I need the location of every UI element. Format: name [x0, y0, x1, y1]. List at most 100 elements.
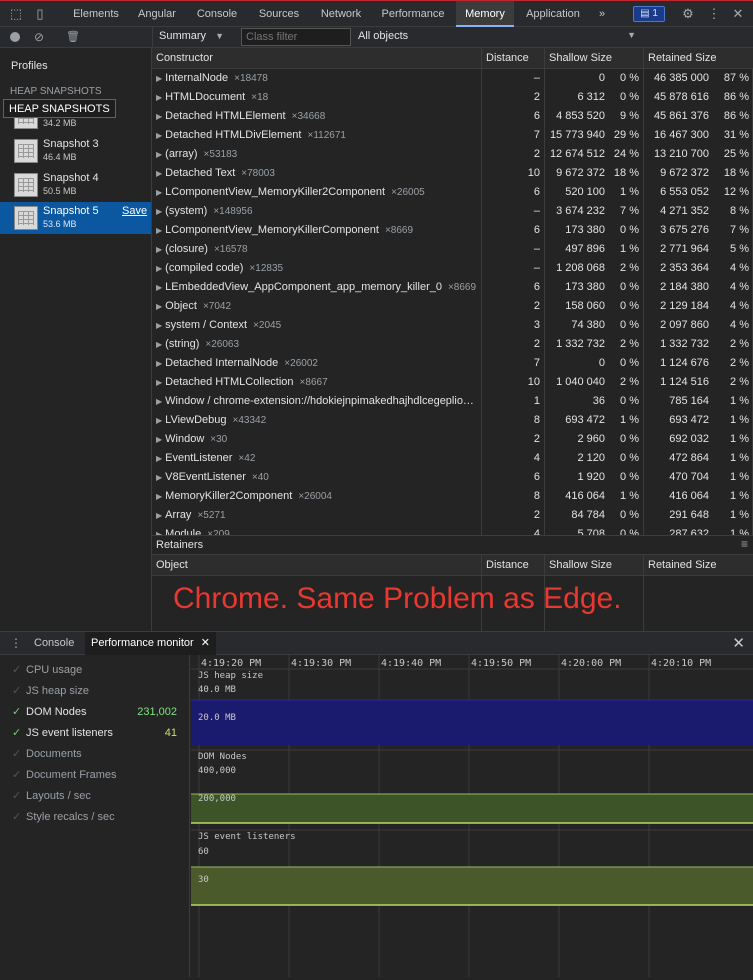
table-row[interactable]: ▶ Detached Text ×78003 10 9 672 372 18 % 9 672… [152, 164, 753, 183]
trash-icon[interactable]: 🗑 [66, 30, 80, 43]
table-row[interactable]: ▶ Detached InternalNode ×26002 7 0 0 % 1 124 6… [152, 354, 753, 373]
class-filter-input[interactable] [241, 28, 351, 46]
table-row[interactable]: ▶ (array) ×53183 2 12 674 512 24 % 13 210 700 2… [152, 145, 753, 164]
expand-triangle-icon[interactable]: ▶ [156, 74, 162, 83]
table-row[interactable]: ▶ (string) ×26063 2 1 332 732 2 % 1 332 732 2 % [152, 335, 753, 354]
table-row[interactable]: ▶ (compiled code) ×12835 – 1 208 068 2 % 2 353… [152, 259, 753, 278]
expand-triangle-icon[interactable]: ▶ [156, 492, 162, 501]
table-row[interactable]: ▶ Module ×209 4 5 708 0 % 287 632 1 % [152, 525, 753, 535]
expand-triangle-icon[interactable]: ▶ [156, 283, 162, 292]
metric-item[interactable]: ✓ Document Frames [12, 765, 187, 786]
tab-elements[interactable]: Elements [64, 1, 128, 27]
more-tabs-button[interactable]: » [592, 1, 612, 27]
resize-handle-icon[interactable]: ≡ [741, 537, 748, 551]
table-row[interactable]: ▶ InternalNode ×18478 – 0 0 % 46 385 000 87 % [152, 69, 753, 88]
table-row[interactable]: ▶ MemoryKiller2Component ×26004 8 416 064 1 %… [152, 487, 753, 506]
tab-sources[interactable]: Sources [248, 1, 310, 27]
tab-performance-monitor[interactable]: Performance monitor ✕ [85, 632, 216, 655]
metric-item[interactable]: ✓ DOM Nodes 231,002 [12, 702, 187, 723]
metric-item[interactable]: ✓ JS heap size [12, 681, 187, 702]
distance-column-header[interactable]: Distance [481, 48, 544, 68]
retained-size-column-header[interactable]: Retained Size [643, 48, 753, 68]
save-link[interactable]: Save [122, 205, 147, 217]
expand-triangle-icon[interactable]: ▶ [156, 131, 162, 140]
expand-triangle-icon[interactable]: ▶ [156, 511, 162, 520]
checkmark-icon[interactable]: ✓ [12, 786, 24, 807]
expand-triangle-icon[interactable]: ▶ [156, 359, 162, 368]
table-row[interactable]: ▶ LComponentView_MemoryKiller2Component ×2… [152, 183, 753, 202]
expand-triangle-icon[interactable]: ▶ [156, 321, 162, 330]
checkmark-icon[interactable]: ✓ [12, 765, 24, 786]
checkmark-icon[interactable]: ✓ [12, 723, 24, 744]
expand-triangle-icon[interactable]: ▶ [156, 207, 162, 216]
more-options-icon[interactable]: ⋮ [706, 6, 722, 22]
snapshot-item-selected[interactable]: Snapshot 5 53.6 MB Save [0, 202, 151, 234]
object-column-header[interactable]: Object [152, 555, 481, 575]
close-tab-icon[interactable]: ✕ [201, 637, 210, 649]
tab-memory[interactable]: Memory [456, 1, 514, 27]
tab-console-drawer[interactable]: Console [26, 632, 82, 655]
expand-triangle-icon[interactable]: ▶ [156, 264, 162, 273]
shallow-size-column-header[interactable]: Shallow Size [544, 48, 643, 68]
expand-triangle-icon[interactable]: ▶ [156, 150, 162, 159]
expand-triangle-icon[interactable]: ▶ [156, 435, 162, 444]
close-drawer-icon[interactable]: ✕ [732, 634, 745, 652]
table-row[interactable]: ▶ Window / chrome-extension://hdokiejnpim… [152, 392, 753, 411]
tab-application[interactable]: Application [516, 1, 590, 27]
metric-item[interactable]: ✓ JS event listeners 41 [12, 723, 187, 744]
checkmark-icon[interactable]: ✓ [12, 660, 24, 681]
expand-triangle-icon[interactable]: ▶ [156, 245, 162, 254]
snapshot-item[interactable]: Snapshot 3 46.4 MB [0, 135, 151, 167]
expand-triangle-icon[interactable]: ▶ [156, 473, 162, 482]
checkmark-icon[interactable]: ✓ [12, 807, 24, 828]
settings-gear-icon[interactable]: ⚙ [680, 6, 696, 22]
expand-triangle-icon[interactable]: ▶ [156, 112, 162, 121]
metric-item[interactable]: ✓ Documents [12, 744, 187, 765]
metric-item[interactable]: ✓ Layouts / sec [12, 786, 187, 807]
shallow-size-column-header[interactable]: Shallow Size [544, 555, 643, 575]
record-icon[interactable] [10, 32, 20, 42]
expand-triangle-icon[interactable]: ▶ [156, 302, 162, 311]
table-row[interactable]: ▶ Detached HTMLCollection ×8667 10 1 040 040… [152, 373, 753, 392]
expand-triangle-icon[interactable]: ▶ [156, 226, 162, 235]
table-row[interactable]: ▶ Object ×7042 2 158 060 0 % 2 129 184 4 % [152, 297, 753, 316]
expand-triangle-icon[interactable]: ▶ [156, 378, 162, 387]
inspect-element-icon[interactable]: ⬚ [8, 6, 24, 22]
table-row[interactable]: ▶ V8EventListener ×40 6 1 920 0 % 470 704 1 % [152, 468, 753, 487]
table-row[interactable]: ▶ LEmbeddedView_AppComponent_app_memory_k… [152, 278, 753, 297]
summary-select[interactable]: Summary ▼ [159, 30, 224, 42]
table-row[interactable]: ▶ Detached HTMLDivElement ×112671 7 15 773 9… [152, 126, 753, 145]
metric-item[interactable]: ✓ CPU usage [12, 660, 187, 681]
expand-triangle-icon[interactable]: ▶ [156, 416, 162, 425]
checkmark-icon[interactable]: ✓ [12, 702, 24, 723]
tab-network[interactable]: Network [310, 1, 372, 27]
issues-badge[interactable]: ▤ 1 [633, 6, 665, 22]
objects-select[interactable]: All objects ▼ [358, 30, 638, 42]
table-row[interactable]: ▶ HTMLDocument ×18 2 6 312 0 % 45 878 616 86 % [152, 88, 753, 107]
tab-performance[interactable]: Performance [372, 1, 454, 27]
snapshot-item[interactable]: Snapshot 4 50.5 MB [0, 169, 151, 201]
table-row[interactable]: ▶ (closure) ×16578 – 497 896 1 % 2 771 964 5 % [152, 240, 753, 259]
table-row[interactable]: ▶ system / Context ×2045 3 74 380 0 % 2 097 86… [152, 316, 753, 335]
device-toolbar-icon[interactable]: ▯ [32, 6, 48, 22]
close-icon[interactable]: ✕ [730, 6, 746, 22]
constructor-column-header[interactable]: Constructor [152, 48, 481, 68]
table-row[interactable]: ▶ LViewDebug ×43342 8 693 472 1 % 693 472 1 % [152, 411, 753, 430]
checkmark-icon[interactable]: ✓ [12, 681, 24, 702]
expand-triangle-icon[interactable]: ▶ [156, 188, 162, 197]
drawer-menu-icon[interactable]: ⋮ [8, 635, 24, 651]
expand-triangle-icon[interactable]: ▶ [156, 169, 162, 178]
table-row[interactable]: ▶ Array ×5271 2 84 784 0 % 291 648 1 % [152, 506, 753, 525]
table-row[interactable]: ▶ Detached HTMLElement ×34668 6 4 853 520 9 %… [152, 107, 753, 126]
table-row[interactable]: ▶ EventListener ×42 4 2 120 0 % 472 864 1 % [152, 449, 753, 468]
expand-triangle-icon[interactable]: ▶ [156, 93, 162, 102]
expand-triangle-icon[interactable]: ▶ [156, 454, 162, 463]
clear-icon[interactable]: ⊘ [34, 30, 44, 44]
expand-triangle-icon[interactable]: ▶ [156, 340, 162, 349]
table-row[interactable]: ▶ (system) ×148956 – 3 674 232 7 % 4 271 352 8 … [152, 202, 753, 221]
table-row[interactable]: ▶ Window ×30 2 2 960 0 % 692 032 1 % [152, 430, 753, 449]
retained-size-column-header[interactable]: Retained Size [643, 555, 753, 575]
table-row[interactable]: ▶ LComponentView_MemoryKillerComponent ×86… [152, 221, 753, 240]
checkmark-icon[interactable]: ✓ [12, 744, 24, 765]
expand-triangle-icon[interactable]: ▶ [156, 397, 162, 406]
